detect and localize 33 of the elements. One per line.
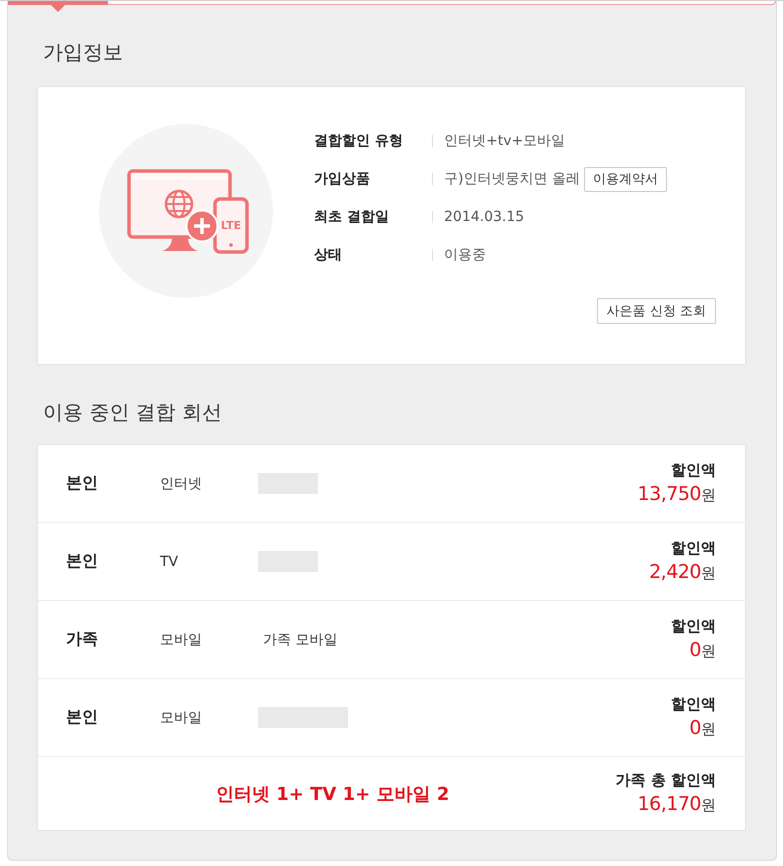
- total-discount-amount: 16,170원: [638, 792, 716, 817]
- owner-label: 본인: [66, 551, 99, 572]
- owner-label: 본인: [66, 707, 99, 728]
- owner-label: 가족: [66, 629, 99, 650]
- discount-label: 할인액: [671, 538, 716, 559]
- info-value: 인터넷+tv+모바일: [444, 132, 566, 150]
- info-label: 최초 결합일: [314, 208, 390, 226]
- service-label: 모바일: [160, 708, 203, 726]
- contract-button[interactable]: 이용계약서: [584, 166, 667, 192]
- discount-label: 할인액: [671, 460, 716, 481]
- total-discount-label: 가족 총 할인액: [616, 770, 716, 791]
- section-title: 가입정보: [43, 40, 123, 64]
- discount-label: 할인액: [671, 616, 716, 637]
- devices-drawing: LTE: [126, 168, 250, 256]
- discount-amount: 2,420원: [649, 560, 716, 585]
- line-detail: 가족 모바일: [263, 630, 338, 648]
- info-label: 결합할인 유형: [314, 132, 404, 150]
- owner-label: 본인: [66, 473, 99, 494]
- info-value: 2014.03.15: [444, 209, 524, 225]
- info-label: 상태: [314, 246, 343, 264]
- info-label: 가입상품: [314, 170, 371, 188]
- service-label: 인터넷: [160, 474, 203, 492]
- info-value: 구)인터넷뭉치면 올레: [444, 170, 580, 188]
- discount-label: 할인액: [671, 694, 716, 715]
- combination-summary: 인터넷 1+ TV 1+ 모바일 2: [216, 782, 450, 806]
- service-label: TV: [160, 554, 180, 570]
- discount-amount: 13,750원: [638, 482, 716, 507]
- info-value: 이용중: [444, 246, 486, 264]
- discount-amount: 0원: [689, 716, 716, 741]
- gift-inquiry-button[interactable]: 사은품 신청 조회: [596, 298, 716, 324]
- service-label: 모바일: [160, 630, 203, 648]
- discount-amount: 0원: [689, 638, 716, 663]
- section-title: 이용 중인 결합 회선: [43, 400, 222, 424]
